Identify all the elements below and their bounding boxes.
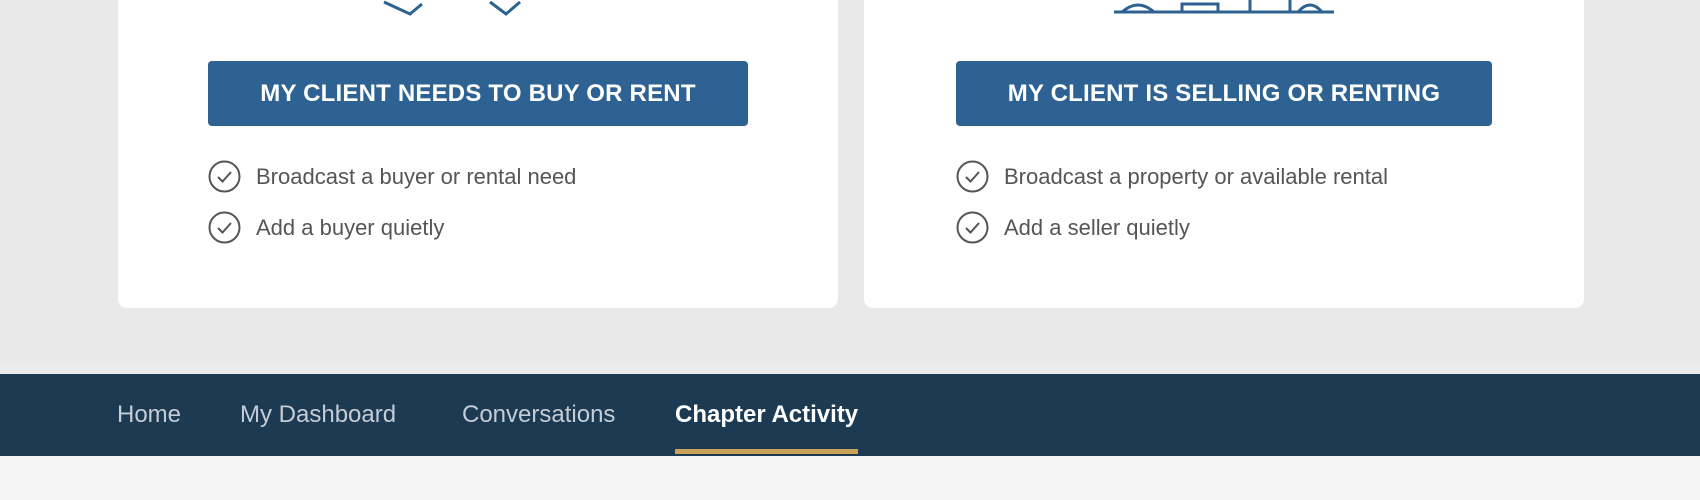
check-circle-icon [208, 160, 241, 193]
nav-item-my-dashboard[interactable]: My Dashboard [240, 374, 396, 456]
divider [0, 365, 1700, 374]
buy-or-rent-button[interactable]: MY CLIENT NEEDS TO BUY OR RENT [208, 61, 748, 126]
feature-item: Add a buyer quietly [208, 211, 444, 244]
sell-or-rent-button[interactable]: MY CLIENT IS SELLING OR RENTING [956, 61, 1492, 126]
check-circle-icon [956, 211, 989, 244]
check-circle-icon [956, 160, 989, 193]
active-tab-indicator [675, 449, 859, 454]
nav-item-chapter-activity[interactable]: Chapter Activity [675, 374, 859, 456]
feature-text: Broadcast a buyer or rental need [256, 163, 577, 189]
feature-text: Add a buyer quietly [256, 214, 445, 240]
feature-item: Broadcast a buyer or rental need [208, 160, 576, 193]
seller-card: MY CLIENT IS SELLING OR RENTING Broadcas… [864, 0, 1584, 308]
feature-text: Add a seller quietly [1004, 214, 1190, 240]
property-icon [1114, 0, 1334, 14]
check-circle-icon [208, 211, 241, 244]
feature-item: Broadcast a property or available rental [956, 160, 1388, 193]
nav-label: Conversations [462, 401, 616, 428]
nav-label: Chapter Activity [675, 401, 859, 428]
feature-text: Broadcast a property or available rental [1004, 163, 1388, 189]
page-footer-area [0, 456, 1700, 500]
nav-label: My Dashboard [240, 401, 397, 428]
bottom-navigation: Home My Dashboard Conversations Chapter … [0, 374, 1700, 456]
nav-item-home[interactable]: Home [117, 374, 181, 456]
buyer-card: MY CLIENT NEEDS TO BUY OR RENT Broadcast… [118, 0, 838, 308]
feature-item: Add a seller quietly [956, 211, 1190, 244]
nav-item-conversations[interactable]: Conversations [462, 374, 615, 456]
nav-label: Home [117, 401, 182, 428]
tag-icon [383, 0, 521, 16]
